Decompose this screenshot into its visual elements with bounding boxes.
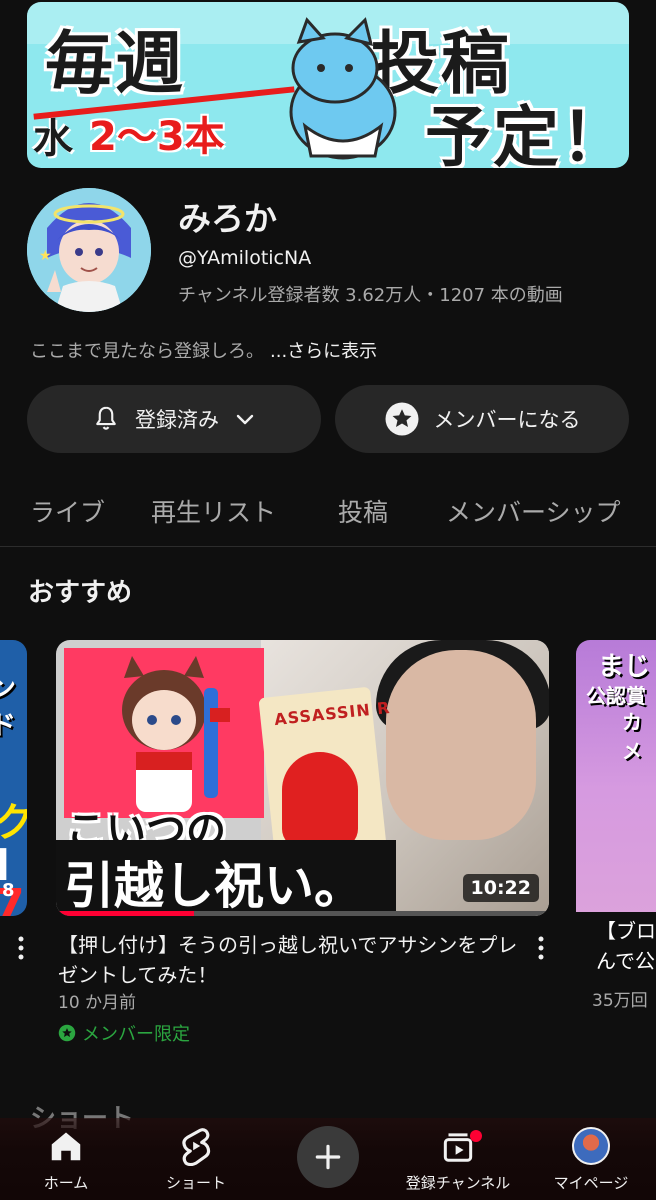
chevron-down-icon [236, 414, 254, 425]
show-more-link[interactable]: ...さらに表示 [270, 341, 377, 362]
subscribed-label: 登録済み [135, 408, 219, 432]
nav-shorts[interactable]: ショート [136, 1126, 256, 1193]
nav-you-label: マイページ [553, 1174, 629, 1192]
banner-highlight: 2～3本 [89, 114, 225, 160]
tab-posts[interactable]: 投稿 [338, 493, 388, 529]
channel-stats: チャンネル登録者数 3.62万人・1207 本の動画 [178, 285, 563, 306]
profile-avatar [572, 1127, 610, 1165]
nav-home-label: ホーム [43, 1174, 89, 1192]
channel-avatar[interactable]: ★ [27, 188, 151, 312]
peek-right-text-2: 公認賞 [586, 684, 646, 708]
peek-right-text-1: まじ [598, 652, 651, 682]
peek-left-number: 8 [2, 880, 15, 901]
video-card-previous[interactable]: ンド ク I 7 [0, 640, 27, 916]
channel-tabs: ライブ 再生リスト 投稿 メンバーシップ [0, 485, 656, 547]
bell-icon [96, 406, 116, 430]
subscribed-button[interactable]: 登録済み [27, 385, 321, 453]
description-text: ここまで見たなら登録しろ。 [30, 341, 264, 362]
banner-text-weekly: 毎週 [45, 25, 186, 104]
shorts-icon [182, 1128, 211, 1166]
banner-schedule: 水 2～3本 [33, 86, 295, 162]
nav-shorts-label: ショート [165, 1174, 226, 1192]
member-label: メンバーになる [433, 408, 581, 432]
tab-playlists[interactable]: 再生リスト [151, 493, 276, 529]
video-thumbnail[interactable]: ASSASSIN R こいつの 引越し祝い。 10:22 [56, 640, 549, 916]
nav-you[interactable]: マイページ [531, 1126, 651, 1193]
plus-icon [315, 1144, 341, 1170]
thumb-red-glove [282, 752, 358, 848]
nav-subscriptions[interactable]: 登録チャンネル [398, 1126, 518, 1193]
members-only-badge: メンバー限定 [58, 1020, 190, 1046]
nav-home[interactable]: ホーム [6, 1126, 126, 1193]
peek-right-title-2: んで公 [596, 949, 655, 973]
more-options-icon[interactable] [534, 935, 548, 961]
members-only-label: メンバー限定 [82, 1024, 190, 1045]
thumb-chibi-illustration [64, 648, 264, 818]
thumb-face [386, 650, 536, 840]
create-button[interactable] [297, 1126, 359, 1188]
tab-live[interactable]: ライブ [30, 493, 105, 529]
star-badge-icon [58, 1024, 76, 1042]
more-options-icon[interactable] [14, 935, 28, 961]
peek-right-text-3: カメ [622, 710, 642, 763]
join-membership-button[interactable]: メンバーになる [335, 385, 629, 453]
video-duration: 10:22 [462, 874, 539, 902]
watch-progress-fill [56, 911, 195, 916]
video-age: 10 か月前 [58, 993, 137, 1013]
thumb-caption-bottom: 引越し祝い。 [56, 840, 396, 916]
peek-right-info: 【ブロ んで公 35万回 [576, 912, 656, 1012]
section-title-recommended: おすすめ [28, 578, 133, 608]
home-icon [51, 1132, 81, 1161]
tab-membership[interactable]: メンバーシップ [446, 493, 621, 529]
channel-description[interactable]: ここまで見たなら登録しろ。 ...さらに表示 [30, 337, 377, 363]
peek-right-meta: 35万回 [592, 991, 648, 1011]
avatar-illustration: ★ [27, 188, 151, 312]
peek-right-title-1: 【ブロ [596, 919, 656, 943]
notification-dot [470, 1130, 482, 1142]
peek-left-text-1: ンド [0, 674, 17, 741]
channel-handle: @YAmiloticNA [178, 247, 312, 269]
banner-text-scheduled: 予定！ [425, 99, 629, 168]
thumb-illustration-panel [64, 648, 264, 818]
star-badge-icon [385, 402, 418, 436]
channel-banner: 毎週 投稿 予定！ 水 2～3本 [27, 2, 629, 168]
nav-subscriptions-label: 登録チャンネル [405, 1174, 511, 1192]
svg-text:★: ★ [39, 248, 52, 264]
watch-progress-bar [56, 911, 549, 916]
channel-name: みろか [178, 199, 277, 238]
video-title[interactable]: 【押し付け】そうの引っ越し祝いでアサシンをプレゼントしてみた！ [58, 930, 518, 990]
